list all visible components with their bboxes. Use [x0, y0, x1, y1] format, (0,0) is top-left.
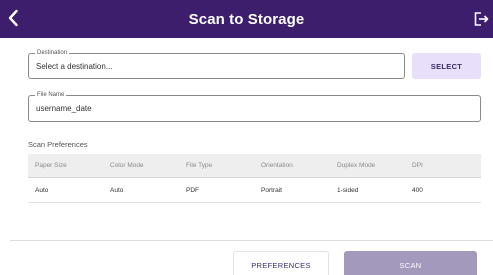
cell-duplex-mode: 1-sided: [337, 186, 359, 194]
column-header-dpi: DPI: [412, 162, 423, 169]
scan-preferences-heading: Scan Preferences: [28, 140, 88, 149]
file-name-value: username_date: [36, 104, 92, 113]
column-header-file-type: File Type: [186, 162, 213, 169]
destination-label: Destination: [35, 49, 70, 58]
table-row: Auto Auto PDF Portrait 1-sided 400: [28, 178, 481, 203]
cell-dpi: 400: [412, 186, 423, 194]
cell-orientation: Portrait: [261, 186, 282, 194]
cell-paper-size: Auto: [35, 186, 49, 194]
column-header-orientation: Orientation: [261, 162, 293, 169]
column-header-paper-size: Paper Size: [35, 162, 67, 169]
page-title: Scan to Storage: [188, 10, 305, 28]
logout-icon: [474, 12, 489, 26]
scan-to-storage-screen: Scan to Storage Destination Select a des…: [0, 0, 493, 275]
cell-file-type: PDF: [186, 186, 199, 194]
scan-button[interactable]: SCAN: [344, 251, 477, 275]
chevron-left-icon: [8, 9, 18, 27]
select-destination-button[interactable]: SELECT: [412, 53, 481, 79]
app-header: Scan to Storage: [0, 0, 493, 38]
destination-field[interactable]: Destination Select a destination...: [28, 49, 405, 79]
scan-preferences-table: Paper Size Color Mode File Type Orientat…: [28, 154, 481, 203]
column-header-color-mode: Color Mode: [110, 162, 144, 169]
cell-color-mode: Auto: [110, 186, 124, 194]
logout-button[interactable]: [471, 8, 491, 30]
file-name-field[interactable]: File Name username_date: [28, 91, 481, 122]
destination-placeholder: Select a destination...: [36, 62, 113, 71]
table-header: Paper Size Color Mode File Type Orientat…: [28, 154, 481, 178]
preferences-button[interactable]: PREFERENCES: [233, 251, 329, 275]
column-header-duplex-mode: Duplex Mode: [337, 162, 376, 169]
footer-divider: [10, 240, 493, 241]
file-name-label: File Name: [35, 91, 67, 100]
back-button[interactable]: [3, 4, 23, 32]
